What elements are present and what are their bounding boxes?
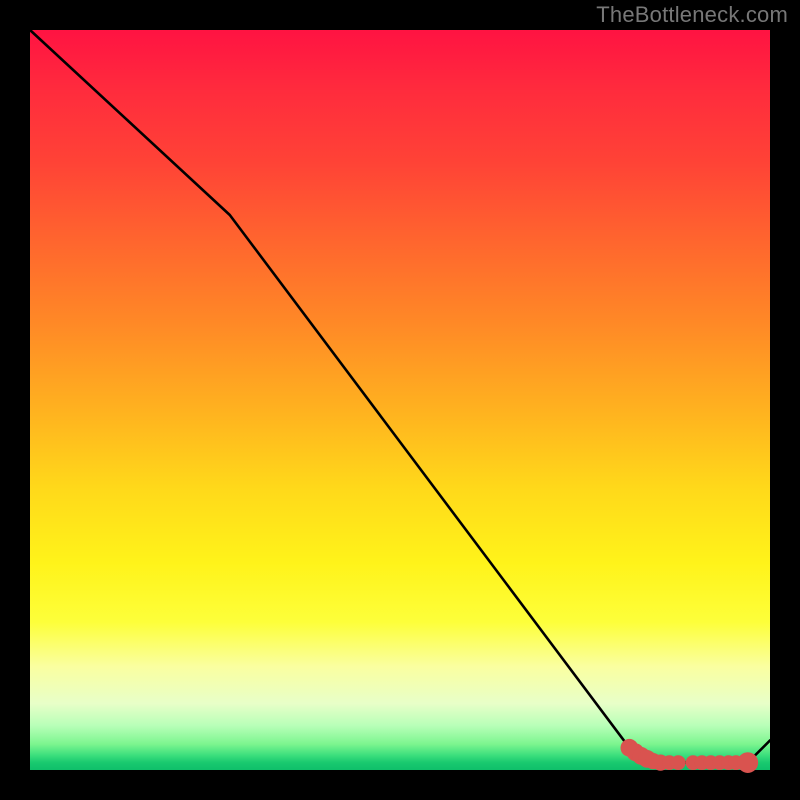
bottleneck-curve-path: [30, 30, 770, 763]
chart-stage: TheBottleneck.com: [0, 0, 800, 800]
highlight-point: [671, 755, 686, 770]
watermark-text: TheBottleneck.com: [596, 2, 788, 28]
line-series: [30, 30, 770, 763]
chart-overlay-svg: [30, 30, 770, 770]
marker-group: [621, 739, 759, 773]
highlight-point: [737, 752, 758, 773]
plot-area: [30, 30, 770, 770]
